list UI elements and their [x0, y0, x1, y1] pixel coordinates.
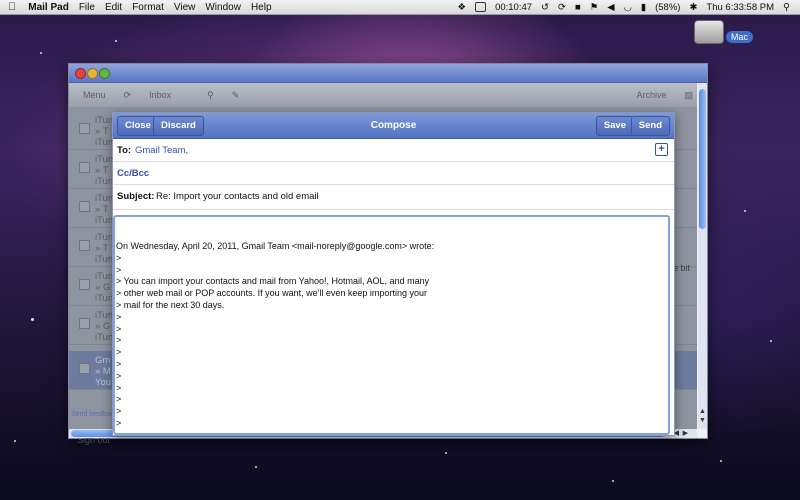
menu-help[interactable]: Help [251, 2, 272, 13]
save-button[interactable]: Save [595, 116, 634, 136]
star [14, 440, 16, 442]
scroll-right-icon[interactable]: ▶ [683, 429, 688, 437]
subject-label: Subject: [117, 191, 155, 202]
row-subject: » T [95, 126, 109, 137]
row-snippet: You [95, 377, 112, 388]
row-subject: » T [95, 204, 109, 215]
row-snippet: iTun [95, 254, 114, 265]
scroll-up-icon[interactable]: ▲ [699, 408, 706, 415]
row-subject: » T [95, 243, 109, 254]
row-checkbox[interactable] [79, 279, 90, 290]
subject-input[interactable]: Re: Import your contacts and old email [156, 191, 319, 202]
dropbox-icon[interactable]: ❖ [458, 2, 467, 13]
star [31, 318, 34, 321]
menu-file[interactable]: File [79, 2, 95, 13]
apple-menu-icon[interactable]:  [8, 1, 16, 13]
cc-bcc-link[interactable]: Cc/Bcc [117, 168, 149, 179]
cc-bcc-field[interactable]: Cc/Bcc [113, 162, 674, 185]
sync-icon[interactable]: ⟳ [558, 2, 566, 13]
vertical-scrollbar[interactable]: ▲ ▼ [698, 83, 707, 429]
star [115, 40, 117, 42]
add-recipient-icon[interactable]: + [655, 143, 668, 156]
menu-app-name[interactable]: Mail Pad [28, 2, 69, 13]
bluetooth-icon[interactable]: ✱ [689, 2, 697, 13]
refresh-icon[interactable]: ⟳ [120, 88, 136, 103]
menu-window[interactable]: Window [205, 2, 241, 13]
star [770, 340, 772, 342]
row-sender: Gm [95, 355, 111, 366]
vertical-scroll-thumb[interactable] [699, 89, 706, 229]
menu-format[interactable]: Format [132, 2, 164, 13]
row-sender: iTun [95, 271, 114, 282]
spotlight-icon[interactable]: ⚲ [783, 2, 790, 13]
row-checkbox[interactable] [79, 240, 90, 251]
inbox-toolbar: Menu ⟳ Inbox ⚲ ✎ Archive ▧ [69, 83, 697, 107]
message-body-textarea[interactable]: On Wednesday, April 20, 2011, Gmail Team… [113, 215, 670, 435]
row-subject: » T [95, 165, 109, 176]
star [612, 480, 614, 482]
compose-title: Compose [370, 120, 417, 131]
hard-drive-label[interactable]: Mac [726, 31, 754, 43]
compose-sheet: Close Discard Compose Save Send To: Gmai… [112, 112, 675, 436]
row-sender: iTun [95, 310, 114, 321]
subject-field[interactable]: Subject: Re: Import your contacts and ol… [113, 185, 674, 210]
star [445, 452, 447, 454]
row-checkbox[interactable] [79, 201, 90, 212]
row-checkbox[interactable] [79, 162, 90, 173]
row-snippet: iTun [95, 137, 114, 148]
hard-drive-icon[interactable] [694, 20, 724, 46]
timer-readout: 00:10:47 [495, 1, 533, 13]
star [40, 52, 42, 54]
send-button[interactable]: Send [630, 116, 670, 136]
row-sender: iTun [95, 193, 114, 204]
menu-edit[interactable]: Edit [105, 2, 122, 13]
peek-text: e bit [673, 263, 691, 273]
row-subject: » G [95, 321, 111, 332]
trash-icon[interactable]: ▧ [680, 88, 697, 103]
message-body-text: On Wednesday, April 20, 2011, Gmail Team… [116, 241, 435, 428]
row-sender: iTun [95, 232, 114, 243]
volume-icon[interactable]: ◀ [607, 2, 614, 13]
to-recipient[interactable]: Gmail Team, [135, 145, 188, 156]
battery-percent: (58%) [655, 1, 681, 13]
menu-bar:  Mail Pad File Edit Format View Window … [0, 0, 800, 15]
compose-toolbar: Close Discard Compose Save Send [113, 113, 674, 139]
wifi-icon[interactable]: ◡ [624, 2, 632, 13]
status-area: ❖ 00:10:47 ↺ ⟳ ■ ⚑ ◀ ◡ ▮ (58%) ✱ Thu 6:3… [458, 2, 800, 13]
menu-view[interactable]: View [174, 2, 196, 13]
timer-icon[interactable] [475, 2, 487, 12]
row-subject: » M [95, 366, 111, 377]
time-machine-icon[interactable]: ↺ [541, 2, 549, 13]
row-snippet: iTun [95, 215, 114, 226]
send-feedback-link[interactable]: Send feedbac [71, 411, 114, 418]
battery-icon[interactable]: ▮ [641, 2, 646, 13]
to-field[interactable]: To: Gmail Team, + [113, 139, 674, 162]
close-window-icon[interactable] [75, 68, 86, 79]
row-subject: » G [95, 282, 111, 293]
row-snippet: iTun [95, 332, 114, 343]
window-titlebar[interactable] [69, 64, 707, 83]
row-sender: iTun [95, 115, 114, 126]
zoom-window-icon[interactable] [99, 68, 110, 79]
inbox-label[interactable]: Inbox [145, 88, 175, 102]
lock-icon[interactable]: ■ [575, 2, 581, 13]
row-snippet: iTun [95, 293, 114, 304]
minimize-window-icon[interactable] [87, 68, 98, 79]
star [744, 210, 746, 212]
compose-icon[interactable]: ✎ [228, 88, 244, 103]
star [255, 466, 257, 468]
search-icon[interactable]: ⚲ [203, 88, 218, 103]
star [720, 460, 722, 462]
row-checkbox[interactable] [79, 363, 90, 374]
menu-button[interactable]: Menu [79, 88, 110, 102]
flag-icon[interactable]: ⚑ [590, 2, 599, 13]
clock[interactable]: Thu 6:33:58 PM [706, 2, 774, 13]
row-snippet: iTun [95, 176, 114, 187]
to-label: To: [117, 145, 132, 156]
row-checkbox[interactable] [79, 123, 90, 134]
row-checkbox[interactable] [79, 318, 90, 329]
scroll-down-icon[interactable]: ▼ [699, 417, 706, 424]
archive-button[interactable]: Archive [632, 88, 670, 102]
row-sender: iTun [95, 154, 114, 165]
